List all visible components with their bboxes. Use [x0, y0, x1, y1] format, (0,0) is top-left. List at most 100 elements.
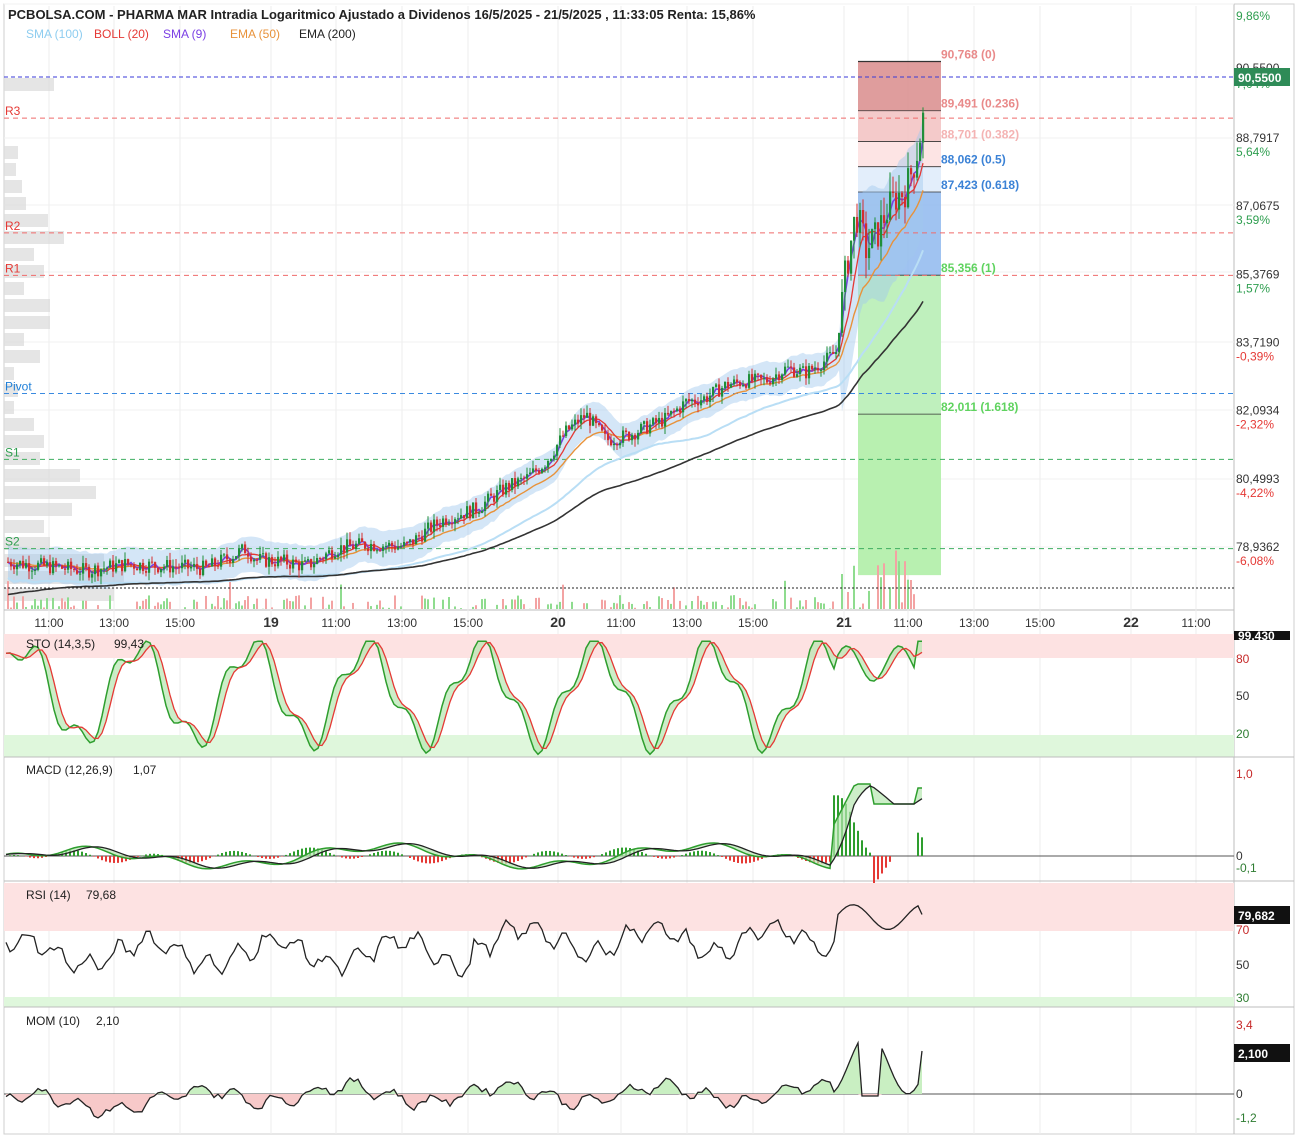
candle-body [46, 562, 48, 565]
macd-hist-bar [857, 831, 859, 856]
candle-body [580, 415, 582, 423]
volume-bar [442, 600, 444, 609]
volume-bar [868, 591, 870, 609]
candle-body [490, 494, 492, 496]
candle-body [19, 561, 21, 564]
macd-hist-bar [609, 851, 611, 856]
candle-body [160, 569, 162, 572]
candle-body [475, 502, 477, 513]
candle-body [775, 374, 777, 378]
candle-body [784, 367, 786, 375]
candle-body [262, 553, 264, 554]
volume-bar [16, 603, 18, 609]
macd-hist-bar [273, 856, 275, 859]
candle-body [193, 564, 195, 567]
candle-body [178, 567, 180, 568]
volume-bar [448, 597, 450, 609]
candle-body [373, 544, 375, 551]
candle-body [13, 566, 15, 569]
macd-hist-bar [525, 856, 527, 857]
mom-negative-fill [6, 1094, 922, 1118]
volume-bar [496, 605, 498, 609]
candle-body [163, 567, 165, 569]
volume-bar [214, 606, 216, 609]
volume-bar [889, 587, 891, 609]
volume-bar [550, 604, 552, 609]
macd-hist-bar [673, 856, 675, 858]
macd-level-top: 1,0 [1236, 767, 1253, 781]
pivot-label-pivot: Pivot [5, 379, 32, 393]
candle-body [295, 560, 297, 563]
macd-hist-bar [593, 856, 595, 857]
candle-body [712, 387, 714, 396]
candle-body [94, 566, 96, 575]
candle-body [529, 473, 531, 475]
candle-body [418, 535, 420, 536]
volume-bar [331, 601, 333, 609]
candle-body [439, 525, 441, 527]
candle-body [619, 443, 621, 445]
candle-body [91, 574, 93, 577]
macd-hist-bar [561, 854, 563, 856]
candle-body [685, 399, 687, 401]
candle-body [781, 374, 783, 379]
volume-bar [853, 566, 855, 609]
fib-label-0: 90,768 (0) [941, 47, 996, 61]
candle-body [898, 193, 900, 210]
volume-profile-bar [4, 299, 50, 312]
macd-hist-bar [429, 856, 431, 863]
macd-hist-bar [353, 856, 355, 859]
candle-body [424, 529, 426, 542]
candle-body [187, 560, 189, 569]
volume-bar [367, 602, 369, 609]
volume-bar [775, 601, 777, 609]
macd-hist-bar [701, 851, 703, 856]
macd-hist-bar [33, 856, 35, 858]
candle-body [172, 567, 174, 573]
fib-label-1: 89,491 (0.236) [941, 97, 1019, 111]
macd-hist-bar [721, 856, 723, 857]
candle-body [682, 401, 684, 412]
pivot-label-s1: S1 [5, 445, 20, 459]
candle-body [916, 161, 918, 178]
candle-body [391, 543, 393, 546]
macd-hist-bar [241, 852, 243, 856]
candle-body [25, 563, 27, 568]
candle-body [568, 426, 570, 430]
candle-body [613, 444, 615, 445]
volume-bar [562, 585, 564, 609]
candle-body [184, 560, 186, 563]
volume-profile-bar [4, 282, 24, 295]
macd-hist-bar [413, 856, 415, 860]
volume-bar [298, 595, 300, 609]
candle-body [253, 560, 255, 562]
volume-bar [295, 596, 297, 609]
volume-bar [475, 605, 477, 609]
volume-bar [634, 608, 636, 609]
volume-bar [52, 598, 54, 609]
price-pct-6: -2,32% [1236, 418, 1274, 432]
volume-profile-bar [4, 146, 18, 159]
candle-body [742, 385, 744, 386]
candle-body [886, 220, 888, 223]
volume-bar [157, 602, 159, 609]
candle-body [403, 542, 405, 546]
volume-bar [433, 598, 435, 609]
candle-body [31, 571, 33, 572]
volume-bar [799, 600, 801, 609]
volume-bar [601, 600, 603, 609]
macd-panel: MACD (12,26,9) 1,07 1,0 0 -0,1 [4, 763, 1294, 885]
volume-bar [685, 605, 687, 609]
candle-body [88, 567, 90, 578]
volume-bar [883, 563, 885, 609]
volume-bar [376, 605, 378, 609]
volume-bar [616, 603, 618, 609]
candle-body [265, 553, 267, 567]
candle-body [37, 563, 39, 570]
candle-body [526, 474, 528, 479]
candle-body [514, 478, 516, 486]
time-label-12: 11:00 [893, 616, 922, 630]
macd-hist-bar [249, 854, 251, 856]
macd-hist-bar [741, 856, 743, 863]
volume-bar [154, 606, 156, 609]
